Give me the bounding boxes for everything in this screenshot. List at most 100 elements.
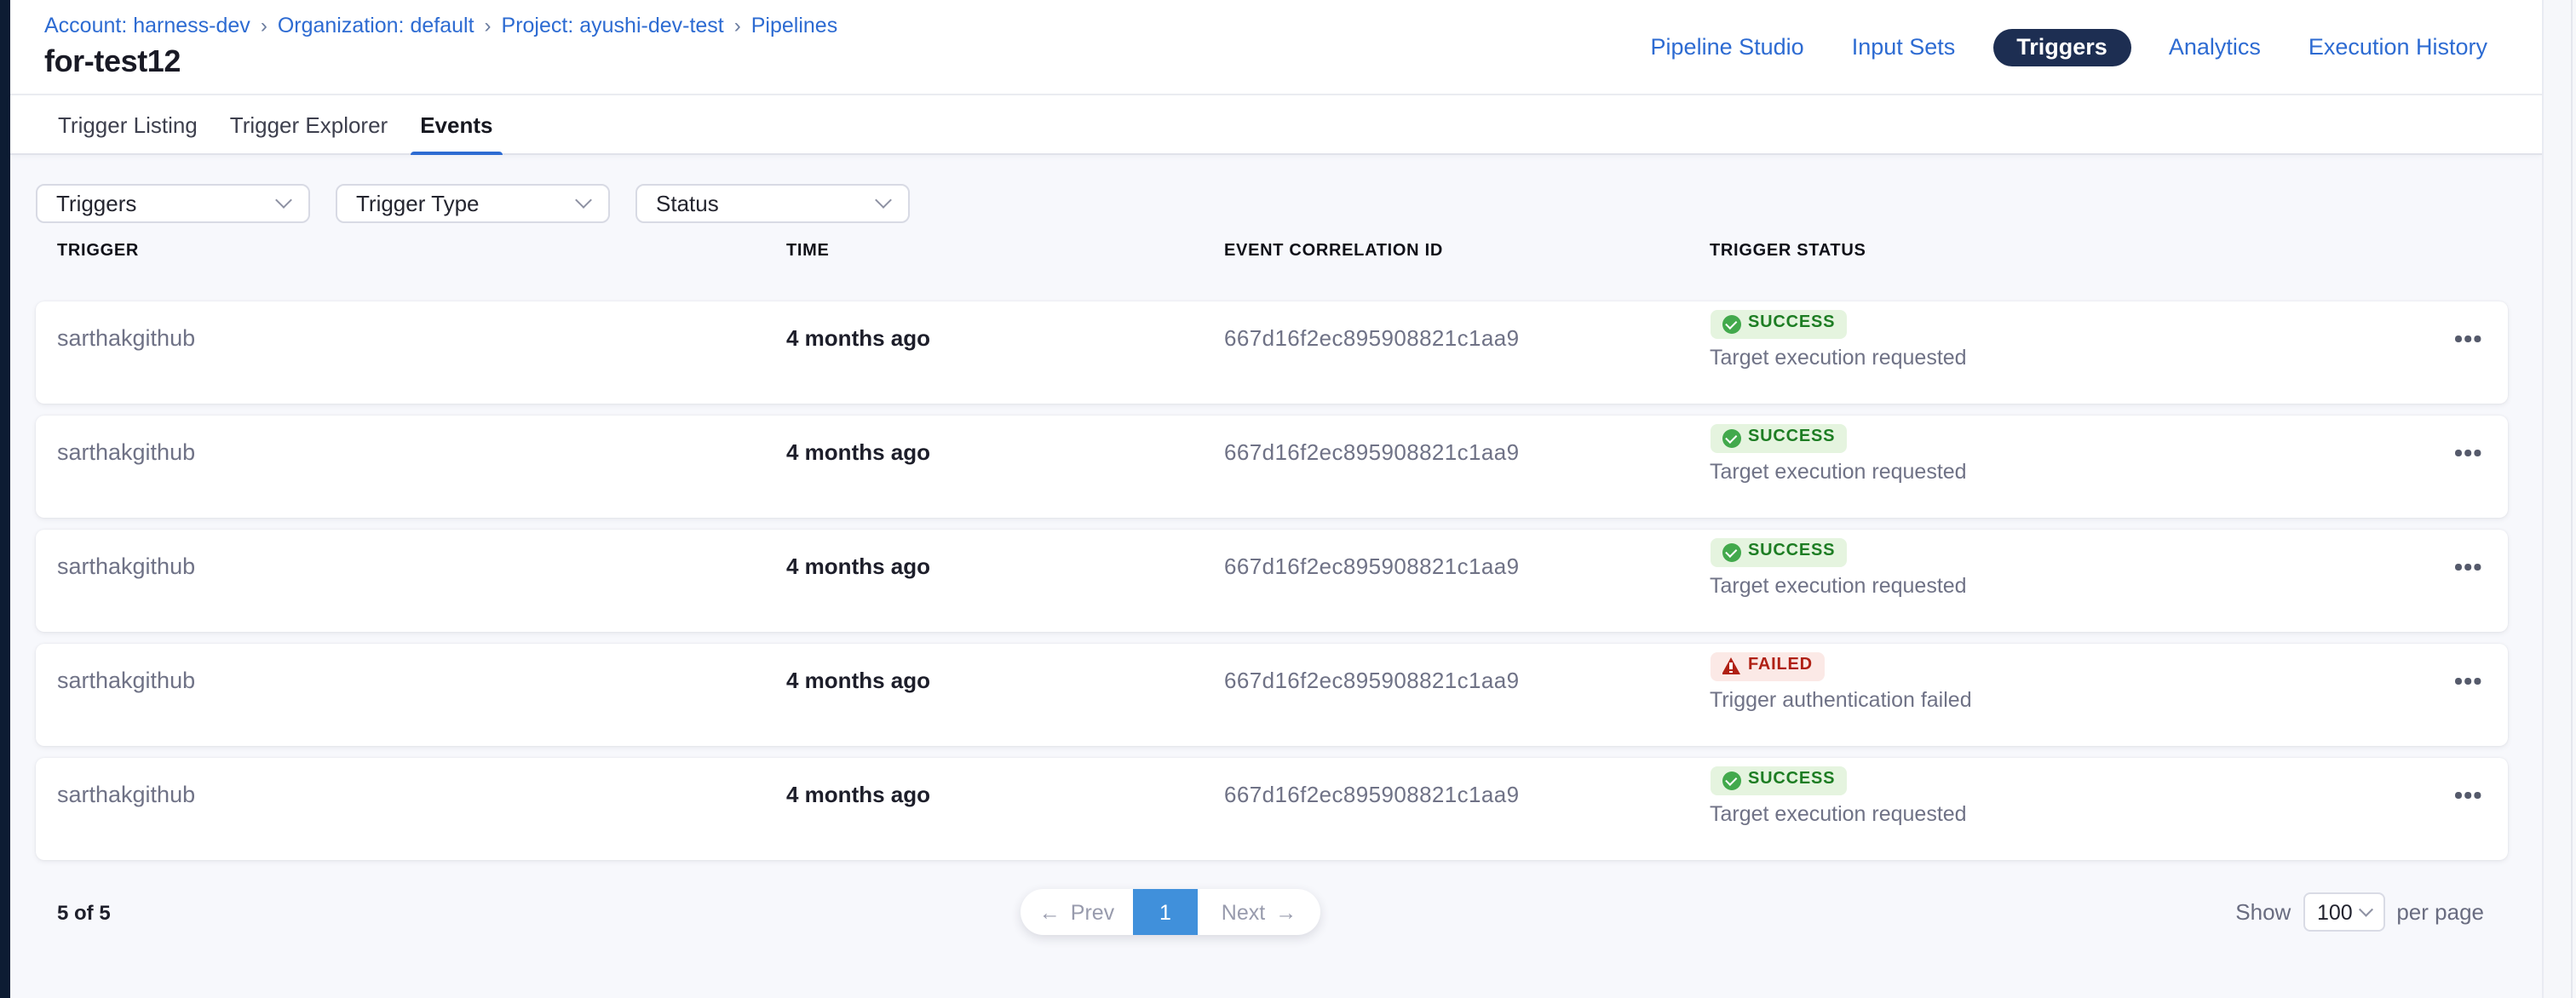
trigger-status-cell: SUCCESS Target execution requested xyxy=(1710,758,2436,860)
trigger-status-cell: SUCCESS Target execution requested xyxy=(1710,301,2436,404)
column-header: TRIGGER STATUS xyxy=(1710,242,2436,262)
main-panel: Account: harness-dev › Organization: defau… xyxy=(10,0,2542,998)
check-circle-icon xyxy=(1722,542,1740,561)
trigger-status-cell: SUCCESS Target execution requested xyxy=(1710,530,2436,632)
triggers-events-page: Account: harness-dev › Organization: defau… xyxy=(0,0,2576,998)
pipeline-nav-item[interactable]: Analytics xyxy=(2159,29,2271,65)
trigger-name: sarthakgithub xyxy=(57,758,786,860)
event-row: sarthakgithub 4 months ago 667d16f2ec895… xyxy=(36,301,2508,404)
tab[interactable]: Trigger Explorer xyxy=(230,95,388,153)
row-actions xyxy=(2436,530,2481,632)
breadcrumb-link[interactable]: Project: ayushi-dev-test xyxy=(502,14,724,39)
more-options-button[interactable] xyxy=(2456,678,2462,684)
status-message: Target execution requested xyxy=(1710,800,1967,828)
status-label: SUCCESS xyxy=(1748,310,1835,337)
pagination-summary: 5 of 5 xyxy=(57,900,111,924)
events-content: Triggers Trigger Type Status TRIGGERTIME… xyxy=(10,155,2542,998)
more-options-button[interactable] xyxy=(2456,792,2462,798)
status-badge: SUCCESS xyxy=(1710,537,1847,566)
event-correlation-id: 667d16f2ec895908821c1aa9 xyxy=(1224,530,1710,632)
breadcrumb-link[interactable]: Account: harness-dev xyxy=(44,14,250,39)
breadcrumb-link[interactable]: Pipelines xyxy=(751,14,837,39)
column-header: EVENT CORRELATION ID xyxy=(1224,242,1710,262)
event-time: 4 months ago xyxy=(786,530,1224,632)
pipeline-nav-item[interactable]: Triggers xyxy=(1992,28,2131,66)
row-actions xyxy=(2436,758,2481,860)
check-circle-icon xyxy=(1722,428,1740,447)
status-badge: SUCCESS xyxy=(1710,423,1847,452)
row-actions xyxy=(2436,301,2481,404)
event-row: sarthakgithub 4 months ago 667d16f2ec895… xyxy=(36,530,2508,632)
trigger-status-cell: SUCCESS Target execution requested xyxy=(1710,416,2436,518)
event-correlation-id: 667d16f2ec895908821c1aa9 xyxy=(1224,416,1710,518)
status-message: Trigger authentication failed xyxy=(1710,686,1972,714)
trigger-name: sarthakgithub xyxy=(57,416,786,518)
pagination-bar: 5 of 5 ← Prev 1 Next → Show xyxy=(36,889,2508,935)
next-label: Next xyxy=(1222,900,1265,924)
filter-placeholder: Triggers xyxy=(56,191,136,216)
column-header: TIME xyxy=(786,242,1224,262)
filter-dropdown[interactable]: Trigger Type xyxy=(336,184,610,223)
more-options-button[interactable] xyxy=(2456,336,2462,341)
page-header: Account: harness-dev › Organization: defau… xyxy=(10,0,2542,95)
column-header: TRIGGER xyxy=(57,242,786,262)
status-label: SUCCESS xyxy=(1748,766,1835,794)
chevron-down-icon xyxy=(275,192,292,209)
prev-page-button[interactable]: ← Prev xyxy=(1021,889,1133,935)
pager: ← Prev 1 Next → xyxy=(1021,889,1320,935)
filters-row: Triggers Trigger Type Status xyxy=(36,155,2508,223)
breadcrumb-separator-icon: › xyxy=(485,14,492,39)
trigger-name: sarthakgithub xyxy=(57,530,786,632)
status-message: Target execution requested xyxy=(1710,344,1967,371)
page-size-control: Show 100 per page xyxy=(2235,892,2484,932)
breadcrumb-link[interactable]: Organization: default xyxy=(278,14,474,39)
pipeline-nav-item[interactable]: Execution History xyxy=(2298,29,2498,65)
show-label: Show xyxy=(2235,899,2291,925)
status-message: Target execution requested xyxy=(1710,458,1967,485)
more-options-button[interactable] xyxy=(2456,564,2462,570)
tab-bar: Trigger Listing Trigger Explorer Events xyxy=(10,95,2542,155)
event-row: sarthakgithub 4 months ago 667d16f2ec895… xyxy=(36,758,2508,860)
next-page-button[interactable]: Next → xyxy=(1198,889,1320,935)
tab[interactable]: Events xyxy=(420,95,492,153)
events-table: sarthakgithub 4 months ago 667d16f2ec895… xyxy=(36,301,2508,860)
event-correlation-id: 667d16f2ec895908821c1aa9 xyxy=(1224,301,1710,404)
page-size-value: 100 xyxy=(2317,900,2353,924)
status-badge: FAILED xyxy=(1710,651,1825,680)
event-row: sarthakgithub 4 months ago 667d16f2ec895… xyxy=(36,416,2508,518)
event-row: sarthakgithub 4 months ago 667d16f2ec895… xyxy=(36,644,2508,746)
event-time: 4 months ago xyxy=(786,301,1224,404)
event-time: 4 months ago xyxy=(786,416,1224,518)
chevron-down-icon xyxy=(575,192,592,209)
pipeline-section-nav: Pipeline Studio Input Sets Triggers Analyti… xyxy=(1641,0,2498,94)
arrow-right-icon: → xyxy=(1275,900,1297,924)
trigger-status-cell: FAILED Trigger authentication failed xyxy=(1710,644,2436,746)
prev-label: Prev xyxy=(1071,900,1114,924)
status-label: SUCCESS xyxy=(1748,538,1835,565)
filter-dropdown[interactable]: Triggers xyxy=(36,184,310,223)
collapsed-sidebar-rail[interactable] xyxy=(0,0,10,998)
trigger-name: sarthakgithub xyxy=(57,301,786,404)
pipeline-nav-item[interactable]: Input Sets xyxy=(1842,29,1966,65)
page-size-select[interactable]: 100 xyxy=(2303,892,2384,932)
status-message: Target execution requested xyxy=(1710,572,1967,599)
breadcrumb: Account: harness-dev › Organization: defau… xyxy=(44,14,837,39)
check-circle-icon xyxy=(1722,314,1740,333)
check-circle-icon xyxy=(1722,771,1740,789)
page-title: for-test12 xyxy=(44,44,837,80)
event-time: 4 months ago xyxy=(786,644,1224,746)
chevron-down-icon xyxy=(875,192,892,209)
more-options-button[interactable] xyxy=(2456,450,2462,456)
per-page-label: per page xyxy=(2396,899,2484,925)
chevron-down-icon xyxy=(2359,903,2372,916)
header-left: Account: harness-dev › Organization: defau… xyxy=(44,0,837,94)
filter-placeholder: Trigger Type xyxy=(356,191,480,216)
status-badge: SUCCESS xyxy=(1710,766,1847,794)
filter-dropdown[interactable]: Status xyxy=(635,184,910,223)
filter-placeholder: Status xyxy=(656,191,719,216)
tab[interactable]: Trigger Listing xyxy=(58,95,198,153)
pipeline-nav-item[interactable]: Pipeline Studio xyxy=(1641,29,1814,65)
trigger-name: sarthakgithub xyxy=(57,644,786,746)
row-actions xyxy=(2436,644,2481,746)
page-number-button[interactable]: 1 xyxy=(1133,889,1198,935)
